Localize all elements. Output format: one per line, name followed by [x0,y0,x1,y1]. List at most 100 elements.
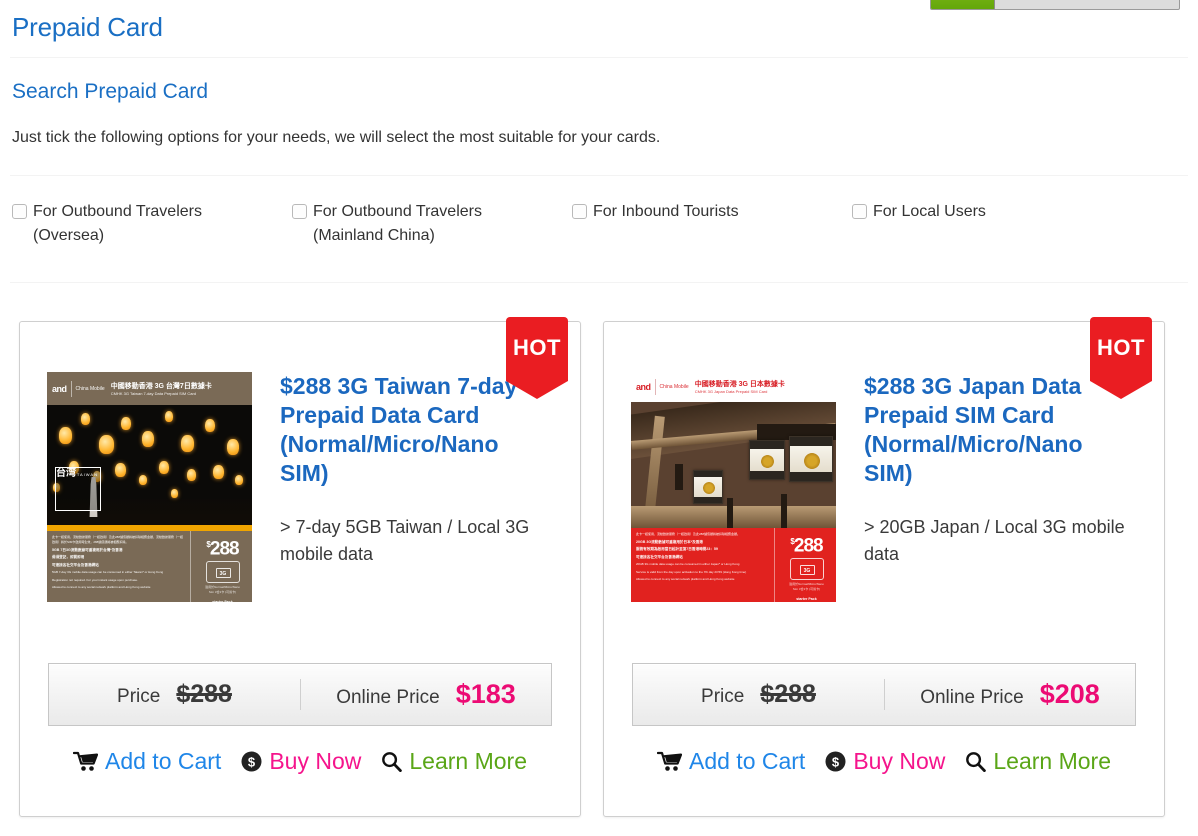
add-to-cart-label: Add to Cart [688,748,806,774]
and-logo: and [52,383,67,394]
buy-now-label: Buy Now [853,748,946,774]
simcard-bullet-en: Service is valid from the day upon activ… [636,569,747,574]
page-container: Prepaid Card Search Prepaid Card Just ti… [0,0,1198,817]
filter-label: For Outbound Travelers (Mainland China) [313,203,482,244]
simcard-title-zh: 中國移動香港 3G 日本數據卡 [694,381,785,388]
add-to-cart-label: Add to Cart [104,748,222,774]
price-online: $208 [1039,679,1100,709]
simcard-bullets: 此卡一經使用，流動數據服務（一經啟用）及此288儲值額將被扣除相應金額。 20G… [631,528,774,602]
product-actions: Add to Cart $ Buy Now Learn More [20,747,580,775]
simcard-bullet-zh: 可連接各社交平台及香港網站 [636,554,683,559]
china-mobile-logo: China Mobile [659,384,689,390]
product-title[interactable]: $288 3G Japan Data Prepaid SIM Card (Nor… [864,372,1112,488]
filter-label: For Inbound Tourists [593,203,739,220]
dollar-coin-icon: $ [825,751,846,771]
filter-inbound-tourists[interactable]: For Inbound Tourists [572,200,852,248]
product-image-japan: and China Mobile 中國移動香港 3G 日本數據卡 CMHK 3G… [631,372,836,602]
buy-now-label: Buy Now [269,748,362,774]
sim-chip-icon: 3G [205,561,240,584]
simcard-bullet-en: Allowed to connect to any social network… [636,577,735,581]
simcard-bullet-zh: 5GB 7日3G流動數據可重複用於台灣*及香港 [52,547,123,552]
online-price-label: Online Price [336,687,440,708]
simcard-bullet-en: 5GB 7-day 3G mobile data usage can be co… [52,570,164,574]
filter-label: For Local Users [873,203,986,220]
checkbox-outbound-mainland-china[interactable] [292,204,307,219]
price-box: Price $288 Online Price $183 [48,663,552,726]
price-original: $288 [760,680,816,708]
filter-label: For Outbound Travelers (Oversea) [33,203,202,244]
product-card-japan[interactable]: HOT and China Mobile 中國移動香港 3G 日本數據卡 CMH… [603,317,1165,817]
product-image-taiwan: and China Mobile 中國移動香港 3G 台灣7日數據卡 CMHK … [47,372,252,602]
add-to-cart-button[interactable]: Add to Cart [656,747,806,775]
product-info: $288 3G Japan Data Prepaid SIM Card (Nor… [836,372,1140,602]
simcard-bullet-zh: 毋須登記，即買即用 [52,555,85,559]
svg-text:$: $ [832,754,840,769]
filter-outbound-oversea[interactable]: For Outbound Travelers (Oversea) [12,200,292,248]
product-card-taiwan[interactable]: HOT and China Mobile 中國移動香港 3G 台灣7日數據卡 C… [19,317,581,817]
simcard-chip-note: 適用於Normal/Micro/Nano Sim 3合1卡 (可剪卡) [205,585,240,594]
cart-icon [656,751,682,771]
simcard-chip-note: 適用於Normal/Micro/Nano Sim 3合1卡 (可剪卡) [789,582,824,591]
shrine-lantern [749,440,785,480]
and-logo: and [636,382,651,392]
svg-text:$: $ [248,754,256,769]
cart-icon [72,751,98,771]
price-label: Price [117,686,161,707]
simcard-bullet-en: Allowed to connect to any social network… [52,585,151,589]
learn-more-button[interactable]: Learn More [965,747,1111,775]
checkbox-outbound-oversea[interactable] [12,204,27,219]
checkbox-local-users[interactable] [852,204,867,219]
shrine-lantern [789,436,833,482]
add-to-cart-button[interactable]: Add to Cart [72,747,222,775]
product-description: > 20GB Japan / Local 3G mobile data [864,517,1125,564]
section-title-search-prepaid-card: Search Prepaid Card [12,80,209,103]
search-icon [382,751,403,772]
simcard-denomination: 288 [209,538,240,560]
shrine-photo [631,402,836,528]
taiwan-stamp-zh: 台湾 [56,468,76,479]
simcard-body: 此卡一經使用，流動數據服務（一經啟用）及此288儲值額將被扣除相應金額。 20G… [631,528,836,602]
sim-chip-icon: 3G [789,558,824,581]
simcard-bullet-en: Registration not required. For your inst… [52,577,138,582]
simcard-bullet-zh: 20GB 3G流動數據可重複用於日本*及香港 [636,539,703,544]
simcard-bullet-zh: 可連接各社交平台及香港網站 [52,562,99,567]
lantern-photo: 台湾 TAIWAN [47,405,252,525]
china-mobile-logo: China Mobile [75,385,105,392]
sim-chip-label: 3G [215,568,231,579]
price-cell-regular: Price $288 [633,680,884,709]
logo-divider [70,380,72,397]
product-info: $288 3G Taiwan 7-day Prepaid Data Card (… [252,372,556,602]
product-description: > 7-day 5GB Taiwan / Local 3G mobile dat… [280,517,530,564]
buy-now-button[interactable]: $ Buy Now [241,747,361,775]
product-actions: Add to Cart $ Buy Now Learn More [604,747,1164,775]
price-cell-regular: Price $288 [49,680,300,709]
taiwan-stamp: 台湾 TAIWAN [55,467,101,511]
sim-chip-label: 3G [799,565,815,576]
checkbox-inbound-tourists[interactable] [572,204,587,219]
simcard-denomination-block: $288 3G 適用於Normal/Micro/Nano Sim 3合1卡 (可剪… [774,528,836,602]
simcard-bullet-en: 20GB 3G mobile data usage can be consume… [636,562,740,566]
product-grid: HOT and China Mobile 中國移動香港 3G 台灣7日數據卡 C… [10,283,1188,817]
simcard-header: and China Mobile 中國移動香港 3G 台灣7日數據卡 CMHK … [47,372,252,405]
product-title[interactable]: $288 3G Taiwan 7-day Prepaid Data Card (… [280,372,528,488]
simcard-title-en: CMHK 3G Taiwan 7-day Data Prepaid SIM Ca… [110,390,196,396]
price-cell-online: Online Price $183 [300,679,551,710]
dollar-coin-icon: $ [241,751,262,771]
learn-more-label: Learn More [993,748,1111,774]
search-icon [966,751,987,772]
simcard-fineprint: 此卡一經使用，流動數據服務（一經啟用）及此288儲值額將被扣除相應金額，流動數據… [52,535,184,544]
filter-outbound-mainland-china[interactable]: For Outbound Travelers (Mainland China) [292,200,572,248]
logo-divider [654,379,656,395]
simcard-bullet-zh: 服務有效期為啟用當日起計至第7日香港時間23：59 [636,547,718,551]
price-box: Price $288 Online Price $208 [632,663,1136,726]
filter-local-users[interactable]: For Local Users [852,200,1132,248]
simcard-starter-pack: starter Pack [796,597,817,602]
learn-more-button[interactable]: Learn More [381,747,527,775]
simcard-denomination: 288 [793,535,824,557]
filter-options: For Outbound Travelers (Oversea) For Out… [10,176,1188,248]
simcard-title-en: CMHK 3G Japan Data Prepaid SIM Card [694,389,768,394]
price-online: $183 [455,679,516,709]
buy-now-button[interactable]: $ Buy Now [825,747,945,775]
price-cell-online: Online Price $208 [884,679,1135,710]
product-card-top: and China Mobile 中國移動香港 3G 台灣7日數據卡 CMHK … [20,322,580,602]
